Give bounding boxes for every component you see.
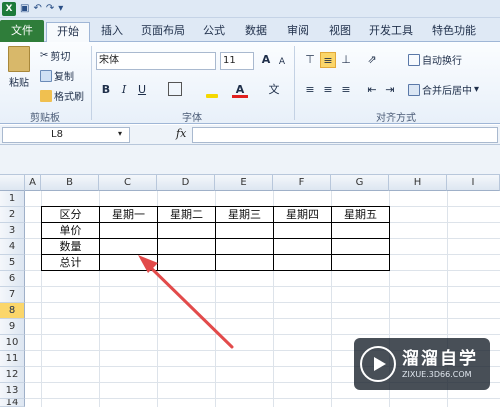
ribbon: 粘贴 ✂ 剪切 复制 格式刷 剪贴板 宋体 11 A A B I U A 文 字… bbox=[0, 42, 500, 124]
align-middle-icon[interactable]: ≡ bbox=[320, 52, 336, 68]
align-left-icon[interactable]: ≡ bbox=[302, 82, 318, 98]
font-name-select[interactable]: 宋体 bbox=[96, 52, 216, 70]
fill-color-swatch-icon bbox=[206, 94, 218, 98]
align-center-icon[interactable]: ≡ bbox=[320, 82, 336, 98]
excel-logo-icon: X bbox=[2, 1, 16, 16]
paste-icon bbox=[8, 46, 30, 72]
tab-data[interactable]: 数据 bbox=[236, 22, 276, 42]
watermark-url: ZIXUE.3D66.COM bbox=[402, 370, 472, 379]
shrink-font-button[interactable]: A bbox=[274, 54, 290, 70]
chevron-down-icon[interactable]: ▾ bbox=[118, 129, 122, 138]
bold-button[interactable]: B bbox=[98, 82, 114, 98]
tab-home[interactable]: 开始 bbox=[46, 22, 90, 43]
scissors-icon: ✂ bbox=[40, 50, 49, 61]
ribbon-gap bbox=[0, 145, 500, 175]
formula-bar: L8 ▾ fx bbox=[0, 125, 500, 145]
align-top-icon[interactable]: ⊤ bbox=[302, 52, 318, 68]
undo-icon[interactable]: ↶ bbox=[33, 2, 41, 16]
align-bottom-icon[interactable]: ⊥ bbox=[338, 52, 354, 68]
tab-review[interactable]: 审阅 bbox=[278, 22, 318, 42]
watermark: 溜溜自学 ZIXUE.3D66.COM bbox=[354, 338, 490, 390]
watermark-name: 溜溜自学 bbox=[402, 349, 478, 369]
copy-icon bbox=[40, 69, 52, 82]
insert-function-icon[interactable]: fx bbox=[176, 127, 186, 140]
redo-icon[interactable]: ↷ bbox=[46, 2, 54, 16]
font-size-select[interactable]: 11 bbox=[220, 52, 254, 70]
tab-insert[interactable]: 插入 bbox=[92, 22, 132, 42]
underline-button[interactable]: U bbox=[134, 82, 150, 98]
play-logo-icon bbox=[360, 346, 396, 382]
tab-view[interactable]: 视图 bbox=[320, 22, 360, 42]
grow-font-button[interactable]: A bbox=[258, 52, 274, 68]
wrap-text-icon bbox=[408, 53, 420, 66]
customize-toolbar-icon[interactable]: ▾ bbox=[58, 2, 63, 16]
name-box[interactable]: L8 bbox=[2, 127, 130, 143]
format-painter-button[interactable]: 格式刷 bbox=[40, 88, 84, 103]
separator bbox=[294, 46, 295, 120]
increase-indent-icon[interactable]: ⇥ bbox=[382, 82, 398, 98]
decrease-indent-icon[interactable]: ⇤ bbox=[364, 82, 380, 98]
tab-formulas[interactable]: 公式 bbox=[194, 22, 234, 42]
tab-file[interactable]: 文件 bbox=[0, 20, 44, 42]
quick-access-toolbar: X ▣ ↶ ↷ ▾ bbox=[0, 0, 500, 18]
chevron-down-icon: ▾ bbox=[474, 84, 480, 95]
font-group-label: 字体 bbox=[182, 113, 202, 124]
merge-cells-icon bbox=[408, 83, 420, 96]
italic-button[interactable]: I bbox=[116, 82, 132, 98]
paste-button[interactable]: 粘贴 bbox=[8, 46, 30, 89]
border-button[interactable] bbox=[168, 82, 182, 96]
paintbrush-icon bbox=[40, 89, 52, 102]
formula-input[interactable] bbox=[192, 127, 498, 143]
ribbon-tabs: 文件 开始 插入 页面布局 公式 数据 审阅 视图 开发工具 特色功能 bbox=[0, 18, 500, 43]
cut-button[interactable]: ✂ 剪切 bbox=[40, 48, 70, 63]
fill-color-button[interactable] bbox=[206, 82, 222, 98]
copy-button[interactable]: 复制 bbox=[40, 68, 74, 83]
alignment-group-label: 对齐方式 bbox=[376, 113, 416, 124]
save-icon[interactable]: ▣ bbox=[20, 2, 29, 16]
font-color-button[interactable]: A bbox=[232, 82, 248, 98]
align-right-icon[interactable]: ≡ bbox=[338, 82, 354, 98]
clipboard-group-label: 剪贴板 bbox=[30, 113, 60, 124]
phonetic-guide-icon[interactable]: 文 bbox=[266, 82, 282, 98]
merge-center-button[interactable]: 合并后居中 ▾ bbox=[408, 82, 479, 97]
wrap-text-button[interactable]: 自动换行 bbox=[408, 52, 462, 67]
text-orientation-icon[interactable]: ⇗ bbox=[364, 52, 380, 68]
tab-developer[interactable]: 开发工具 bbox=[362, 22, 420, 42]
tab-page-layout[interactable]: 页面布局 bbox=[134, 22, 192, 42]
tab-special-features[interactable]: 特色功能 bbox=[424, 22, 484, 42]
